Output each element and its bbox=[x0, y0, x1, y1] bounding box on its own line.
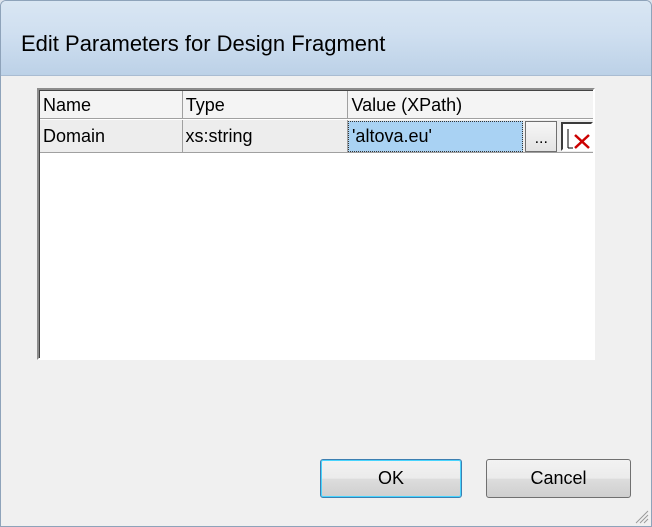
ok-button[interactable]: OK bbox=[320, 459, 462, 498]
column-header-value[interactable]: Value (XPath) bbox=[348, 91, 593, 119]
resize-grip-icon[interactable] bbox=[633, 508, 649, 524]
delete-value-button[interactable] bbox=[561, 121, 593, 151]
edit-parameters-dialog: Edit Parameters for Design Fragment Name… bbox=[0, 0, 652, 527]
xpath-value-input[interactable]: 'altova.eu' bbox=[348, 120, 524, 152]
dialog-body: Name Type Value (XPath) Domain xs:string… bbox=[1, 76, 651, 526]
param-type-cell[interactable]: xs:string bbox=[182, 120, 348, 153]
column-header-name[interactable]: Name bbox=[40, 91, 183, 119]
edit-xpath-button[interactable]: ... bbox=[525, 120, 558, 152]
table-row[interactable]: Domain xs:string 'altova.eu' ... bbox=[40, 120, 593, 153]
window-title: Edit Parameters for Design Fragment bbox=[21, 31, 386, 56]
parameters-table: Name Type Value (XPath) Domain xs:string… bbox=[37, 88, 595, 360]
column-header-type[interactable]: Type bbox=[182, 91, 349, 119]
param-name-cell[interactable]: Domain bbox=[40, 120, 183, 153]
delete-x-icon bbox=[567, 128, 591, 149]
param-value-cell: 'altova.eu' ... bbox=[348, 120, 593, 153]
title-bar[interactable]: Edit Parameters for Design Fragment bbox=[1, 1, 651, 76]
table-header: Name Type Value (XPath) bbox=[40, 91, 593, 120]
cancel-button[interactable]: Cancel bbox=[486, 459, 631, 498]
